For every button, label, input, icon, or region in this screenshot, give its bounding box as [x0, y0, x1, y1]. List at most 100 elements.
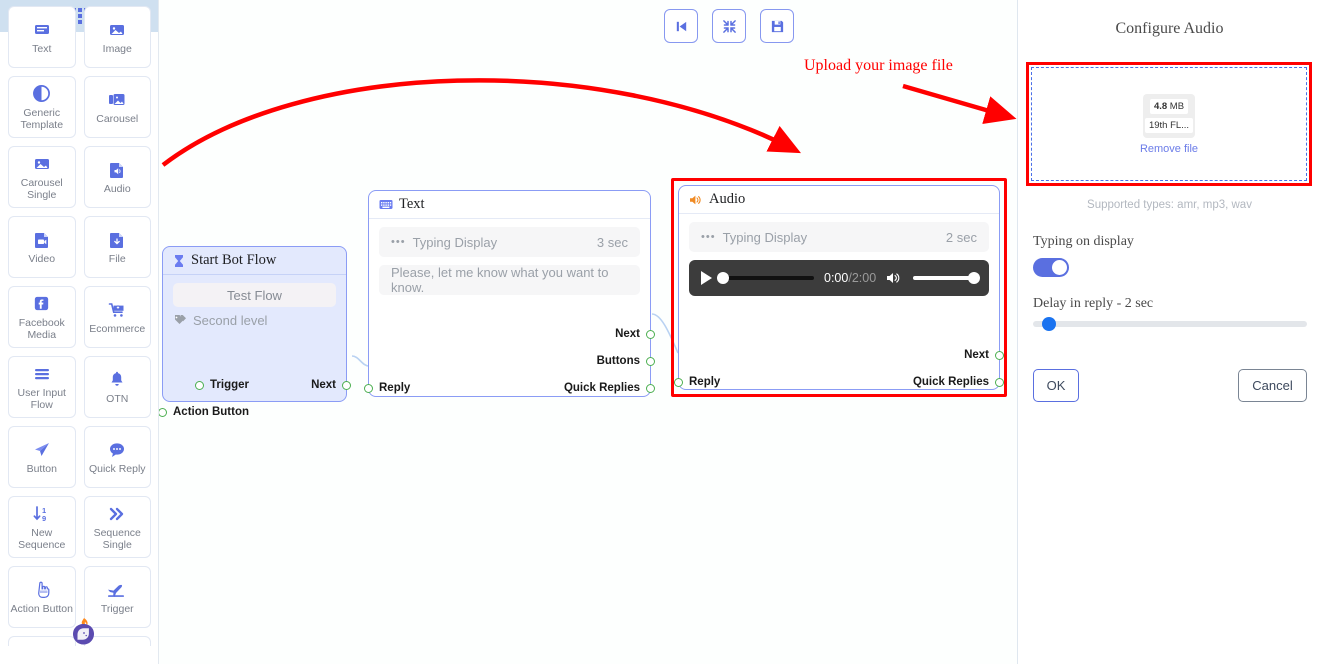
- node-tag: Second level: [173, 313, 336, 328]
- chat-bubble-icon: [107, 440, 127, 460]
- typing-on-display-label: Typing on display: [1033, 234, 1134, 249]
- port-next[interactable]: Next: [964, 346, 1004, 364]
- uploaded-file-card[interactable]: 4.8 MB 19th FL...: [1143, 93, 1195, 138]
- fit-to-screen-button[interactable]: [712, 9, 746, 43]
- ok-button[interactable]: OK: [1033, 369, 1079, 402]
- palette-item-facebook-media[interactable]: Facebook Media: [8, 286, 76, 348]
- port-dot[interactable]: [646, 329, 655, 339]
- volume-knob[interactable]: [968, 272, 981, 284]
- port-label: Next: [615, 328, 640, 340]
- annotation-upload-note: Upload your image file: [804, 57, 953, 74]
- port-label: Next: [964, 349, 989, 361]
- port-dot[interactable]: [342, 380, 351, 390]
- port-quick-replies[interactable]: Quick Replies: [564, 379, 655, 397]
- palette-item-user-input-flow[interactable]: User Input Flow: [8, 356, 76, 418]
- volume-slider[interactable]: [913, 272, 981, 284]
- panel-title: Configure Audio: [1115, 20, 1224, 37]
- palette-item-otn[interactable]: OTN: [83, 356, 151, 418]
- port-next[interactable]: Next: [311, 376, 351, 394]
- save-button[interactable]: [760, 9, 794, 43]
- port-action-button[interactable]: Action Button: [159, 403, 249, 421]
- palette-row: Text Image: [8, 6, 151, 68]
- palette-row: User Input Flow OTN: [8, 356, 151, 418]
- palette-item-ecommerce[interactable]: Ecommerce: [83, 286, 151, 348]
- app-root: Text Image Generic Template Carousel Car…: [0, 0, 1321, 664]
- test-flow-button[interactable]: Test Flow: [173, 283, 336, 307]
- cancel-button[interactable]: Cancel: [1238, 369, 1307, 402]
- palette-item-generic-template[interactable]: Generic Template: [8, 76, 76, 138]
- port-dot[interactable]: [195, 380, 205, 390]
- palette-item-label: Text: [32, 42, 52, 55]
- typing-display-label: Typing Display: [412, 234, 498, 250]
- audio-total-time: 2:00: [851, 271, 877, 285]
- typing-display-value: 3 sec: [596, 234, 628, 250]
- go-to-start-button[interactable]: [664, 9, 698, 43]
- port-reply[interactable]: Reply: [364, 379, 410, 397]
- contrast-circle-icon: [32, 84, 51, 104]
- port-dot[interactable]: [674, 377, 683, 387]
- text-icon: [32, 20, 52, 40]
- port-dot[interactable]: [646, 383, 655, 393]
- palette-item-sequence-single[interactable]: Sequence Single: [83, 496, 151, 558]
- palette-item-carousel-single[interactable]: Carousel Single: [8, 146, 76, 208]
- volume-high-icon[interactable]: [886, 271, 903, 285]
- palette-item-image[interactable]: Image: [83, 6, 151, 68]
- remove-file-link[interactable]: Remove file: [1140, 143, 1198, 155]
- port-dot[interactable]: [995, 350, 1004, 360]
- palette-row: Button Quick Reply: [8, 426, 151, 488]
- shopping-cart-plus-icon: [107, 300, 127, 320]
- node-title: Audio: [709, 191, 746, 207]
- audio-seek-slider[interactable]: [717, 272, 814, 284]
- port-trigger[interactable]: Trigger: [159, 376, 249, 394]
- palette-item-label: OTN: [106, 392, 129, 405]
- palette-item-label: Quick Reply: [88, 462, 146, 475]
- typing-display-row[interactable]: ••• Typing Display 2 sec: [689, 222, 989, 252]
- file-dropzone[interactable]: 4.8 MB 19th FL... Remove file: [1031, 67, 1307, 181]
- port-buttons[interactable]: Buttons: [597, 352, 655, 370]
- file-size-unit: MB: [1169, 100, 1185, 112]
- palette-item-file[interactable]: File: [83, 216, 151, 278]
- node-title: Text: [399, 196, 425, 212]
- node-text[interactable]: Text ••• Typing Display 3 sec Please, le…: [364, 190, 655, 397]
- port-dot[interactable]: [159, 407, 167, 417]
- palette-item-carousel[interactable]: Carousel: [83, 76, 151, 138]
- typing-display-row[interactable]: ••• Typing Display 3 sec: [379, 227, 640, 257]
- palette-item-label: User Input Flow: [17, 386, 66, 411]
- audio-player[interactable]: 0:00/2:00: [689, 260, 989, 296]
- palette-item-audio[interactable]: Audio: [83, 146, 151, 208]
- message-text[interactable]: Please, let me know what you want to kno…: [379, 265, 640, 295]
- palette-item-button[interactable]: Button: [8, 426, 76, 488]
- palette-row: Carousel Single Audio: [8, 146, 151, 208]
- tag-icon: [174, 315, 186, 324]
- svg-text:9: 9: [42, 514, 46, 523]
- sort-numeric-down-icon: 19: [31, 504, 53, 524]
- palette-item-label: Trigger: [100, 602, 134, 615]
- play-icon[interactable]: [701, 271, 712, 285]
- palette-item-quick-reply[interactable]: Quick Reply: [83, 426, 151, 488]
- palette-item-label: Facebook Media: [18, 316, 65, 341]
- seek-knob[interactable]: [717, 272, 729, 284]
- delay-in-reply-label: Delay in reply - 2 sec: [1033, 296, 1154, 311]
- typing-dots-icon: •••: [391, 236, 406, 248]
- node-header: Audio: [679, 186, 999, 214]
- flow-canvas[interactable]: Start Bot Flow Test Flow Second level Tr…: [159, 0, 1018, 664]
- toggle-knob: [1052, 260, 1067, 275]
- palette-item-new-sequence[interactable]: 19 New Sequence: [8, 496, 76, 558]
- port-quick-replies[interactable]: Quick Replies: [913, 373, 1004, 391]
- node-audio[interactable]: Audio ••• Typing Display 2 sec 0:00/2:00: [674, 185, 1004, 390]
- port-reply[interactable]: Reply: [674, 373, 720, 391]
- port-dot[interactable]: [995, 377, 1004, 387]
- delay-slider[interactable]: [1033, 317, 1307, 331]
- file-name-chip: 19th FL...: [1144, 117, 1194, 133]
- typing-on-display-toggle[interactable]: [1033, 258, 1069, 277]
- palette-item-video[interactable]: Video: [8, 216, 76, 278]
- node-tag-label: Second level: [193, 313, 268, 328]
- palette-item-label: Carousel: [96, 112, 139, 125]
- port-dot[interactable]: [646, 356, 655, 366]
- palette-item-text[interactable]: Text: [8, 6, 76, 68]
- port-dot[interactable]: [364, 383, 373, 393]
- node-start-bot-flow[interactable]: Start Bot Flow Test Flow Second level Tr…: [159, 246, 351, 418]
- palette-row: Video File: [8, 216, 151, 278]
- delay-slider-knob[interactable]: [1042, 317, 1056, 331]
- port-next[interactable]: Next: [615, 325, 655, 343]
